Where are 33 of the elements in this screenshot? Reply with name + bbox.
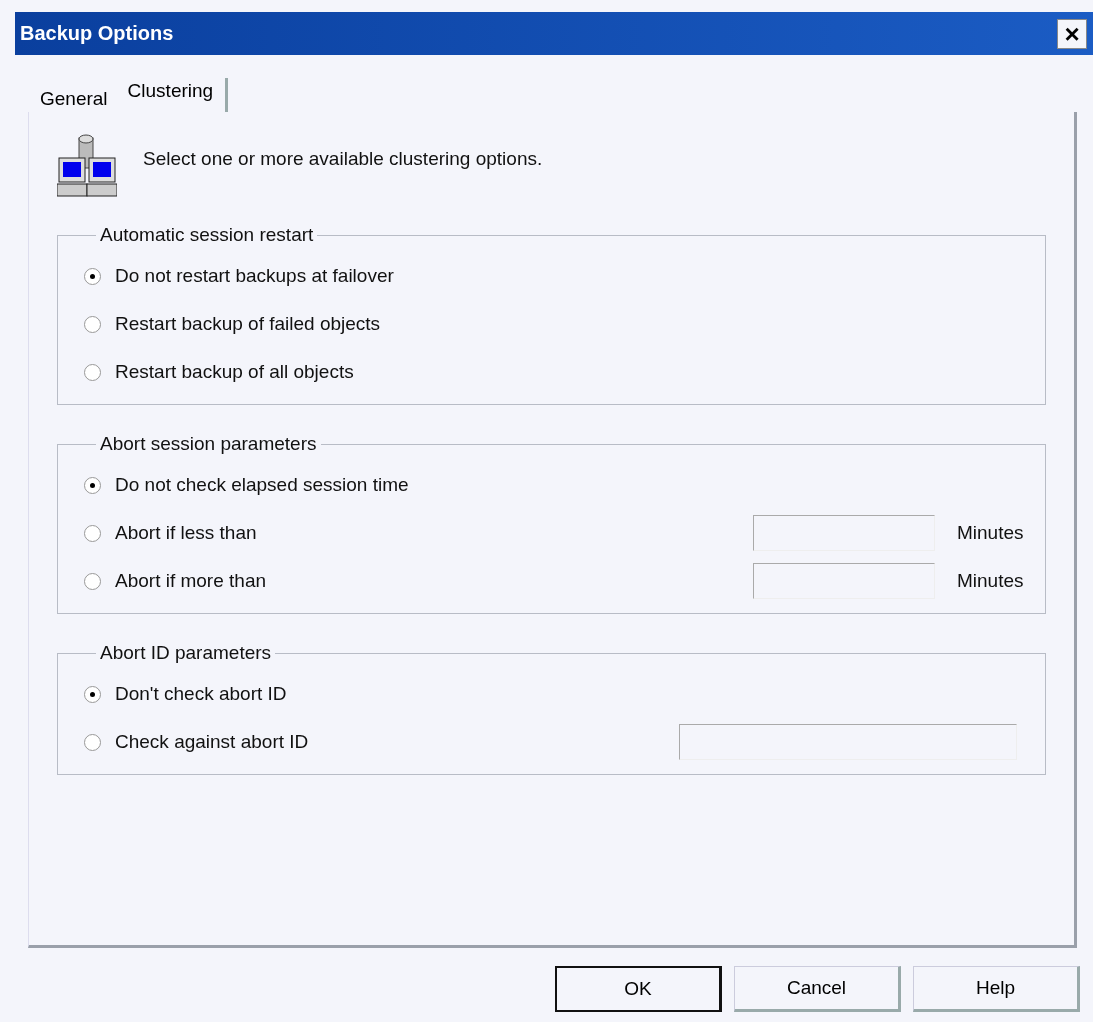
window-title: Backup Options xyxy=(20,22,174,45)
option-label: Don't check abort ID xyxy=(115,683,288,705)
intro-text: Select one or more available clustering options. xyxy=(143,148,543,170)
computers-icon xyxy=(57,134,117,200)
minutes-field[interactable] xyxy=(753,563,935,599)
radio-button[interactable] xyxy=(84,733,101,751)
abort-id-field[interactable] xyxy=(679,724,1017,760)
dialog-button[interactable]: OK xyxy=(555,966,722,1012)
radio-button[interactable] xyxy=(84,363,101,381)
group-title: Abort ID parameters xyxy=(99,642,273,664)
radio-button[interactable] xyxy=(84,476,101,494)
option-label: Restart backup of failed objects xyxy=(115,313,382,335)
option-label: Abort if more than xyxy=(115,570,268,592)
close-button[interactable]: × xyxy=(1057,18,1087,49)
dialog-button[interactable]: Help xyxy=(913,966,1080,1012)
option-label: Check against abort ID xyxy=(115,731,310,753)
radio-button[interactable] xyxy=(84,315,101,333)
radio-button[interactable] xyxy=(84,524,101,542)
radio-button[interactable] xyxy=(84,267,101,285)
unit-label: Minutes xyxy=(957,570,1025,592)
option-label: Restart backup of all objects xyxy=(115,361,355,383)
radio-button[interactable] xyxy=(84,685,101,703)
option-label: Do not restart backups at failover xyxy=(115,265,395,287)
group-title: Automatic session restart xyxy=(99,224,315,246)
radio-button[interactable] xyxy=(84,572,101,590)
unit-label: Minutes xyxy=(957,522,1025,544)
group-title: Abort session parameters xyxy=(99,433,318,455)
minutes-field[interactable] xyxy=(753,515,935,551)
option-label: Abort if less than xyxy=(115,522,258,544)
option-label: Do not check elapsed session time xyxy=(115,474,410,496)
tab[interactable]: Clustering xyxy=(115,78,229,112)
dialog-button[interactable]: Cancel xyxy=(734,966,901,1012)
tab[interactable]: General xyxy=(32,88,116,112)
